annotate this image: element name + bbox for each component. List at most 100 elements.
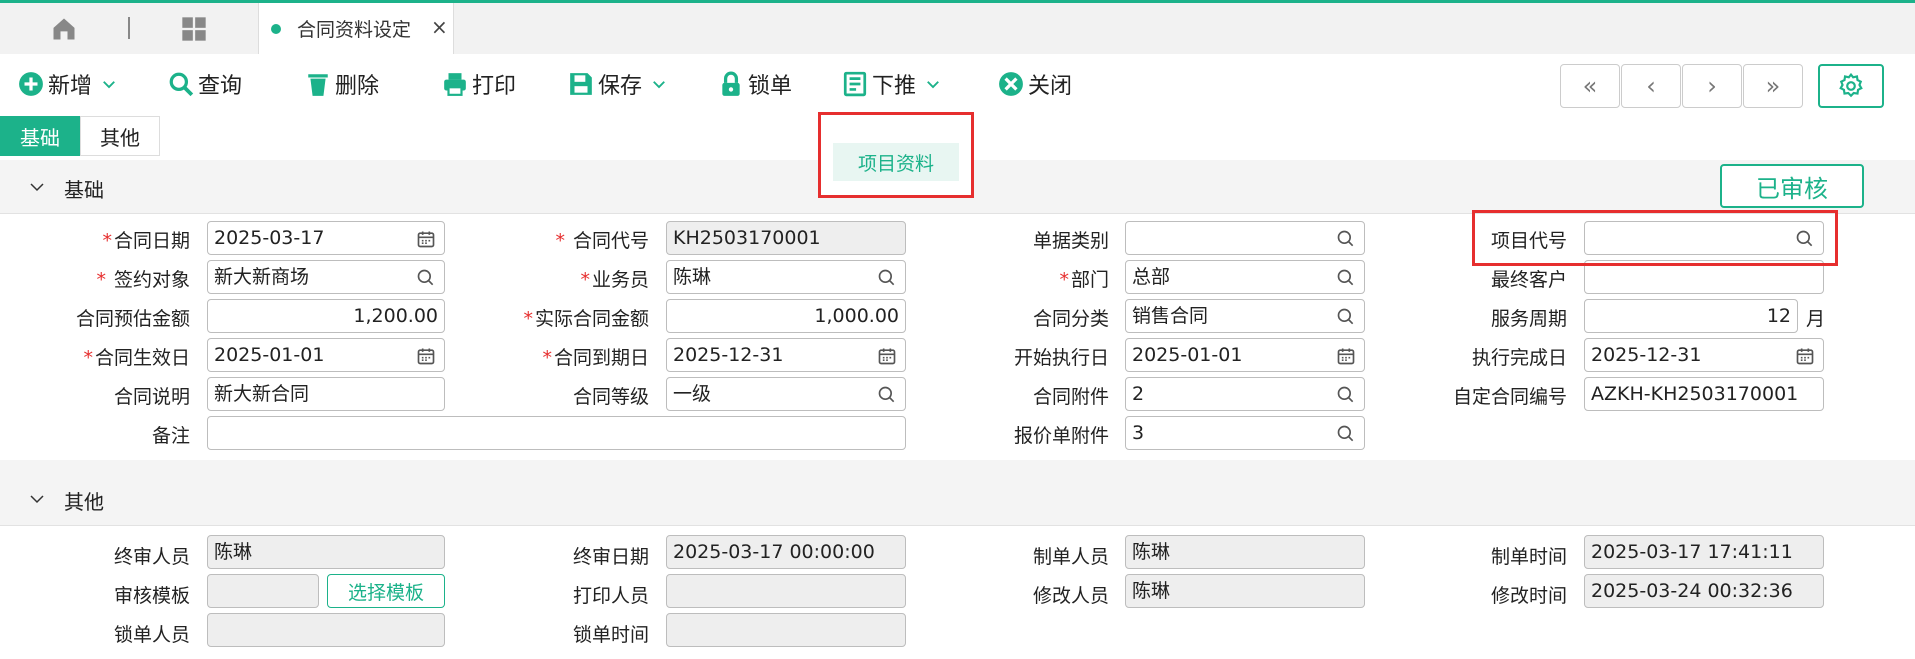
last-record-button[interactable]: » [1743, 64, 1803, 108]
close-circle-icon [999, 72, 1023, 96]
contract-code-field: KH2503170001 [666, 221, 906, 255]
plus-circle-icon [19, 72, 43, 96]
double-chevron-left-icon: « [1582, 72, 1598, 100]
search-icon[interactable] [1336, 424, 1356, 444]
lock-button[interactable]: 锁单 [718, 68, 792, 100]
section-other-header[interactable]: 其他 [0, 472, 1915, 526]
create-time-field: 2025-03-17 17:41:11 [1584, 535, 1824, 569]
chevron-left-icon: ‹ [1646, 72, 1656, 100]
push-down-button[interactable]: 下推 [842, 68, 942, 100]
subtab-other[interactable]: 其他 [80, 116, 160, 156]
quote-attachment-label: 报价单附件 [1013, 425, 1109, 447]
tab-contract-settings[interactable]: 合同资料设定 × [258, 3, 454, 57]
modify-time-field: 2025-03-24 00:32:36 [1584, 574, 1824, 608]
remark-field[interactable] [207, 416, 906, 450]
modifier-field: 陈琳 [1125, 574, 1365, 608]
search-icon[interactable] [1336, 307, 1356, 327]
tab-separator [128, 17, 130, 39]
doc-type-label: 单据类别 [1032, 230, 1109, 252]
actual-amount-field[interactable]: 1,000.00 [666, 299, 906, 333]
settings-button[interactable] [1818, 64, 1884, 108]
creator-field: 陈琳 [1125, 535, 1365, 569]
chevron-down-icon [30, 495, 44, 504]
custom-no-field[interactable]: AZKH-KH2503170001 [1584, 377, 1824, 411]
sign-party-label: * 签约对象 [96, 269, 190, 291]
chevron-down-icon[interactable] [100, 75, 118, 93]
locker-field [207, 613, 445, 647]
search-icon[interactable] [877, 385, 897, 405]
chevron-down-icon [30, 183, 44, 192]
finish-date-field[interactable]: 2025-12-31 [1584, 338, 1824, 372]
category-field[interactable]: 销售合同 [1125, 299, 1365, 333]
close-button[interactable]: 关闭 [998, 68, 1072, 100]
status-badge: 已审核 [1720, 164, 1864, 208]
attachment-field[interactable]: 2 [1125, 377, 1365, 411]
prev-record-button[interactable]: ‹ [1621, 64, 1681, 108]
start-date-label: 开始执行日 [1013, 347, 1109, 369]
est-amount-field[interactable]: 1,200.00 [207, 299, 445, 333]
calendar-icon[interactable] [416, 229, 436, 249]
subtab-basic[interactable]: 基础 [0, 116, 80, 156]
modify-time-label: 修改时间 [1490, 585, 1567, 607]
save-icon [570, 73, 592, 95]
calendar-icon[interactable] [1795, 346, 1815, 366]
service-period-unit: 月 [1806, 308, 1826, 330]
next-record-button[interactable]: › [1682, 64, 1742, 108]
quote-attachment-field[interactable]: 3 [1125, 416, 1365, 450]
contract-date-field[interactable]: 2025-03-17 [207, 221, 445, 255]
start-date-field[interactable]: 2025-01-01 [1125, 338, 1365, 372]
select-template-button[interactable]: 选择模板 [327, 574, 445, 608]
actual-amount-label: * 实际合同金额 [523, 308, 649, 330]
custom-no-label: 自定合同编号 [1452, 386, 1567, 408]
calendar-icon[interactable] [1336, 346, 1356, 366]
search-icon[interactable] [416, 268, 436, 288]
search-icon[interactable] [1336, 229, 1356, 249]
final-date-field: 2025-03-17 00:00:00 [666, 535, 906, 569]
close-icon[interactable]: × [431, 15, 448, 39]
est-amount-label: 合同预估金额 [75, 308, 190, 330]
chevron-down-icon[interactable] [924, 75, 942, 93]
dept-field[interactable]: 总部 [1125, 260, 1365, 294]
salesman-field[interactable]: 陈琳 [666, 260, 906, 294]
expire-date-label: * 合同到期日 [542, 347, 649, 369]
chevron-down-icon[interactable] [650, 75, 668, 93]
delete-button[interactable]: 删除 [305, 68, 379, 100]
document-list-icon [843, 71, 867, 97]
printer-icon [444, 73, 466, 96]
search-icon[interactable] [877, 268, 897, 288]
dropdown-item-project-info[interactable]: 项目资料 [833, 143, 959, 181]
effective-date-field[interactable]: 2025-01-01 [207, 338, 445, 372]
level-label: 合同等级 [572, 386, 649, 408]
print-button[interactable]: 打印 [442, 68, 516, 100]
expire-date-field[interactable]: 2025-12-31 [666, 338, 906, 372]
service-period-field[interactable]: 12 [1584, 299, 1798, 333]
first-record-button[interactable]: « [1560, 64, 1620, 108]
modifier-label: 修改人员 [1032, 585, 1109, 607]
home-icon[interactable] [50, 15, 78, 43]
tab-bar: 合同资料设定 × [0, 0, 1915, 57]
section-title: 其他 [64, 490, 104, 514]
gear-icon [1839, 73, 1863, 98]
description-field[interactable]: 新大新合同 [207, 377, 445, 411]
save-button[interactable]: 保存 [568, 68, 668, 100]
sign-party-field[interactable]: 新大新商场 [207, 260, 445, 294]
level-field[interactable]: 一级 [666, 377, 906, 411]
section-title: 基础 [64, 178, 104, 202]
finish-date-label: 执行完成日 [1471, 347, 1567, 369]
toolbar: 新增 查询 删除 打印 保存 锁单 下推 关闭 « ‹ › » [0, 54, 1915, 114]
search-icon[interactable] [1336, 268, 1356, 288]
new-button[interactable]: 新增 [18, 68, 118, 100]
grid-icon[interactable] [180, 15, 208, 43]
description-label: 合同说明 [113, 386, 190, 408]
query-button[interactable]: 查询 [168, 68, 242, 100]
final-reviewer-label: 终审人员 [113, 546, 190, 568]
contract-date-label: * 合同日期 [102, 230, 190, 252]
calendar-icon[interactable] [416, 346, 436, 366]
remark-label: 备注 [151, 425, 190, 447]
contract-code-label: * 合同代号 [555, 230, 649, 252]
lock-time-field [666, 613, 906, 647]
calendar-icon[interactable] [877, 346, 897, 366]
search-icon[interactable] [1336, 385, 1356, 405]
doc-type-field[interactable] [1125, 221, 1365, 255]
end-customer-label: 最终客户 [1490, 269, 1567, 291]
